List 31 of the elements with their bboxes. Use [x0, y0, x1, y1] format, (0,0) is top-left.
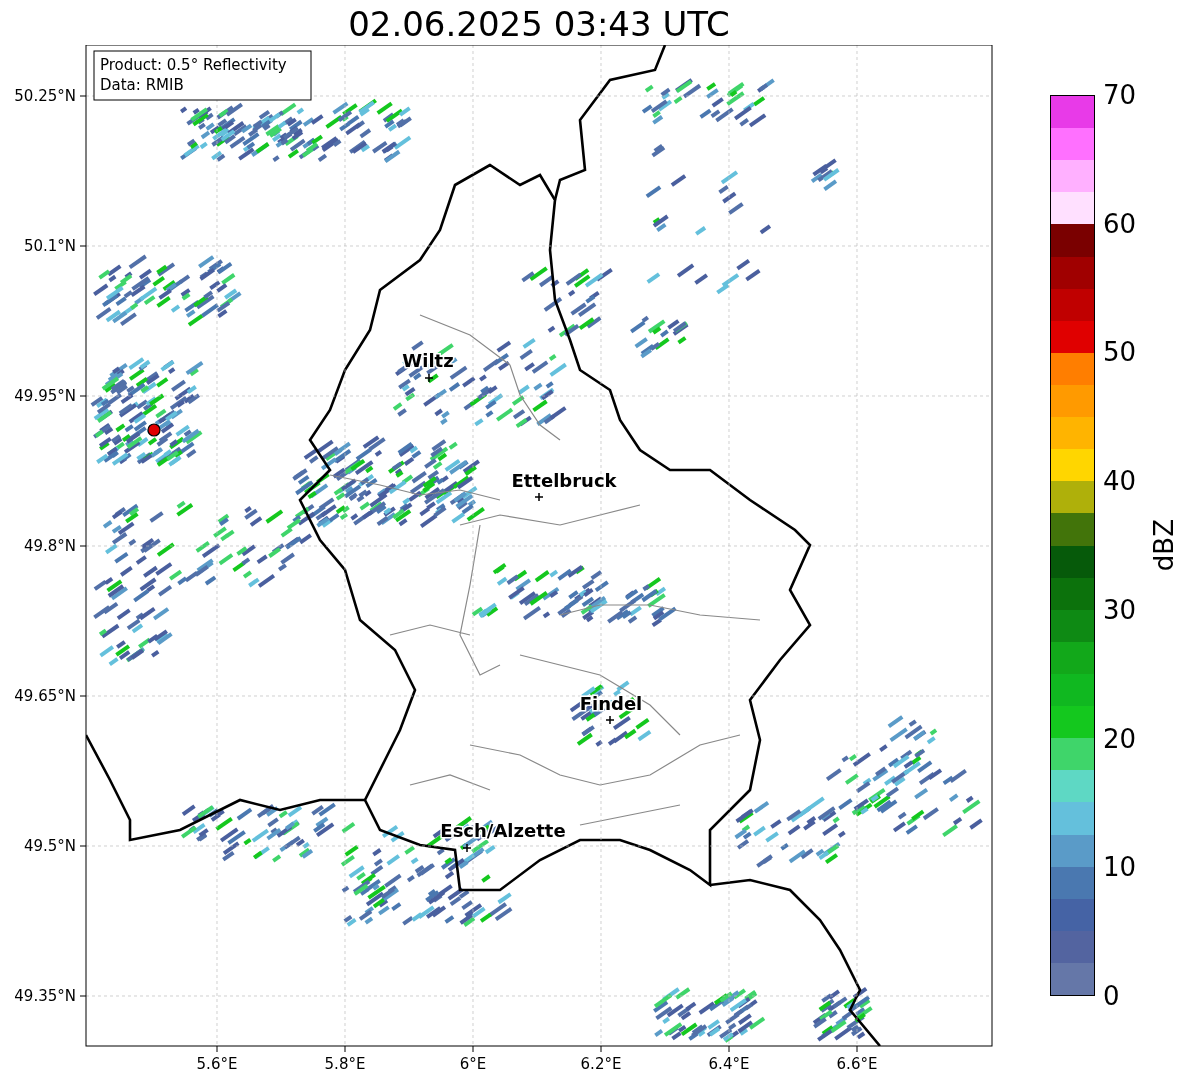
longitude-label: 6.2°E: [580, 1055, 622, 1073]
city-marker-icon: [534, 492, 544, 502]
longitude-label: 6.6°E: [836, 1055, 878, 1073]
longitude-label: 6°E: [459, 1055, 487, 1073]
colorbar-tick-label: 20: [1103, 723, 1137, 754]
radar-site-icon: [147, 423, 161, 437]
longitude-label: 5.6°E: [196, 1055, 238, 1073]
colorbar-tick-label: 0: [1103, 981, 1120, 1011]
city-label: Ettelbruck: [511, 470, 617, 491]
info-text: Data: RMIB: [100, 76, 184, 94]
colorbar-tick-label: 70: [1103, 80, 1137, 110]
longitude-label: 6.4°E: [708, 1055, 750, 1073]
latitude-label: 49.35°N: [14, 987, 76, 1005]
longitude-label: 5.8°E: [324, 1055, 366, 1073]
city-marker-icon: [424, 373, 434, 383]
colorbar-tick-label: 10: [1103, 852, 1137, 883]
city-marker-icon: [462, 843, 472, 853]
info-text: Product: 0.5° Reflectivity: [100, 56, 287, 74]
city-marker-icon: [605, 715, 615, 725]
colorbar-tick-label: 40: [1103, 466, 1137, 497]
chart-title: 02.06.2025 03:43 UTC: [347, 3, 731, 45]
colorbar-tick-label: 30: [1103, 594, 1137, 625]
latitude-label: 49.65°N: [14, 687, 76, 705]
latitude-label: 50.1°N: [23, 237, 76, 255]
latitude-label: 49.95°N: [14, 387, 76, 405]
latitude-label: 50.25°N: [14, 87, 76, 105]
colorbar-tick-label: 60: [1103, 208, 1137, 239]
colorbar-tick-label: 50: [1103, 337, 1137, 368]
latitude-label: 49.8°N: [23, 537, 76, 555]
latitude-label: 49.5°N: [23, 837, 76, 855]
colorbar-label: dBZ: [1149, 519, 1179, 572]
